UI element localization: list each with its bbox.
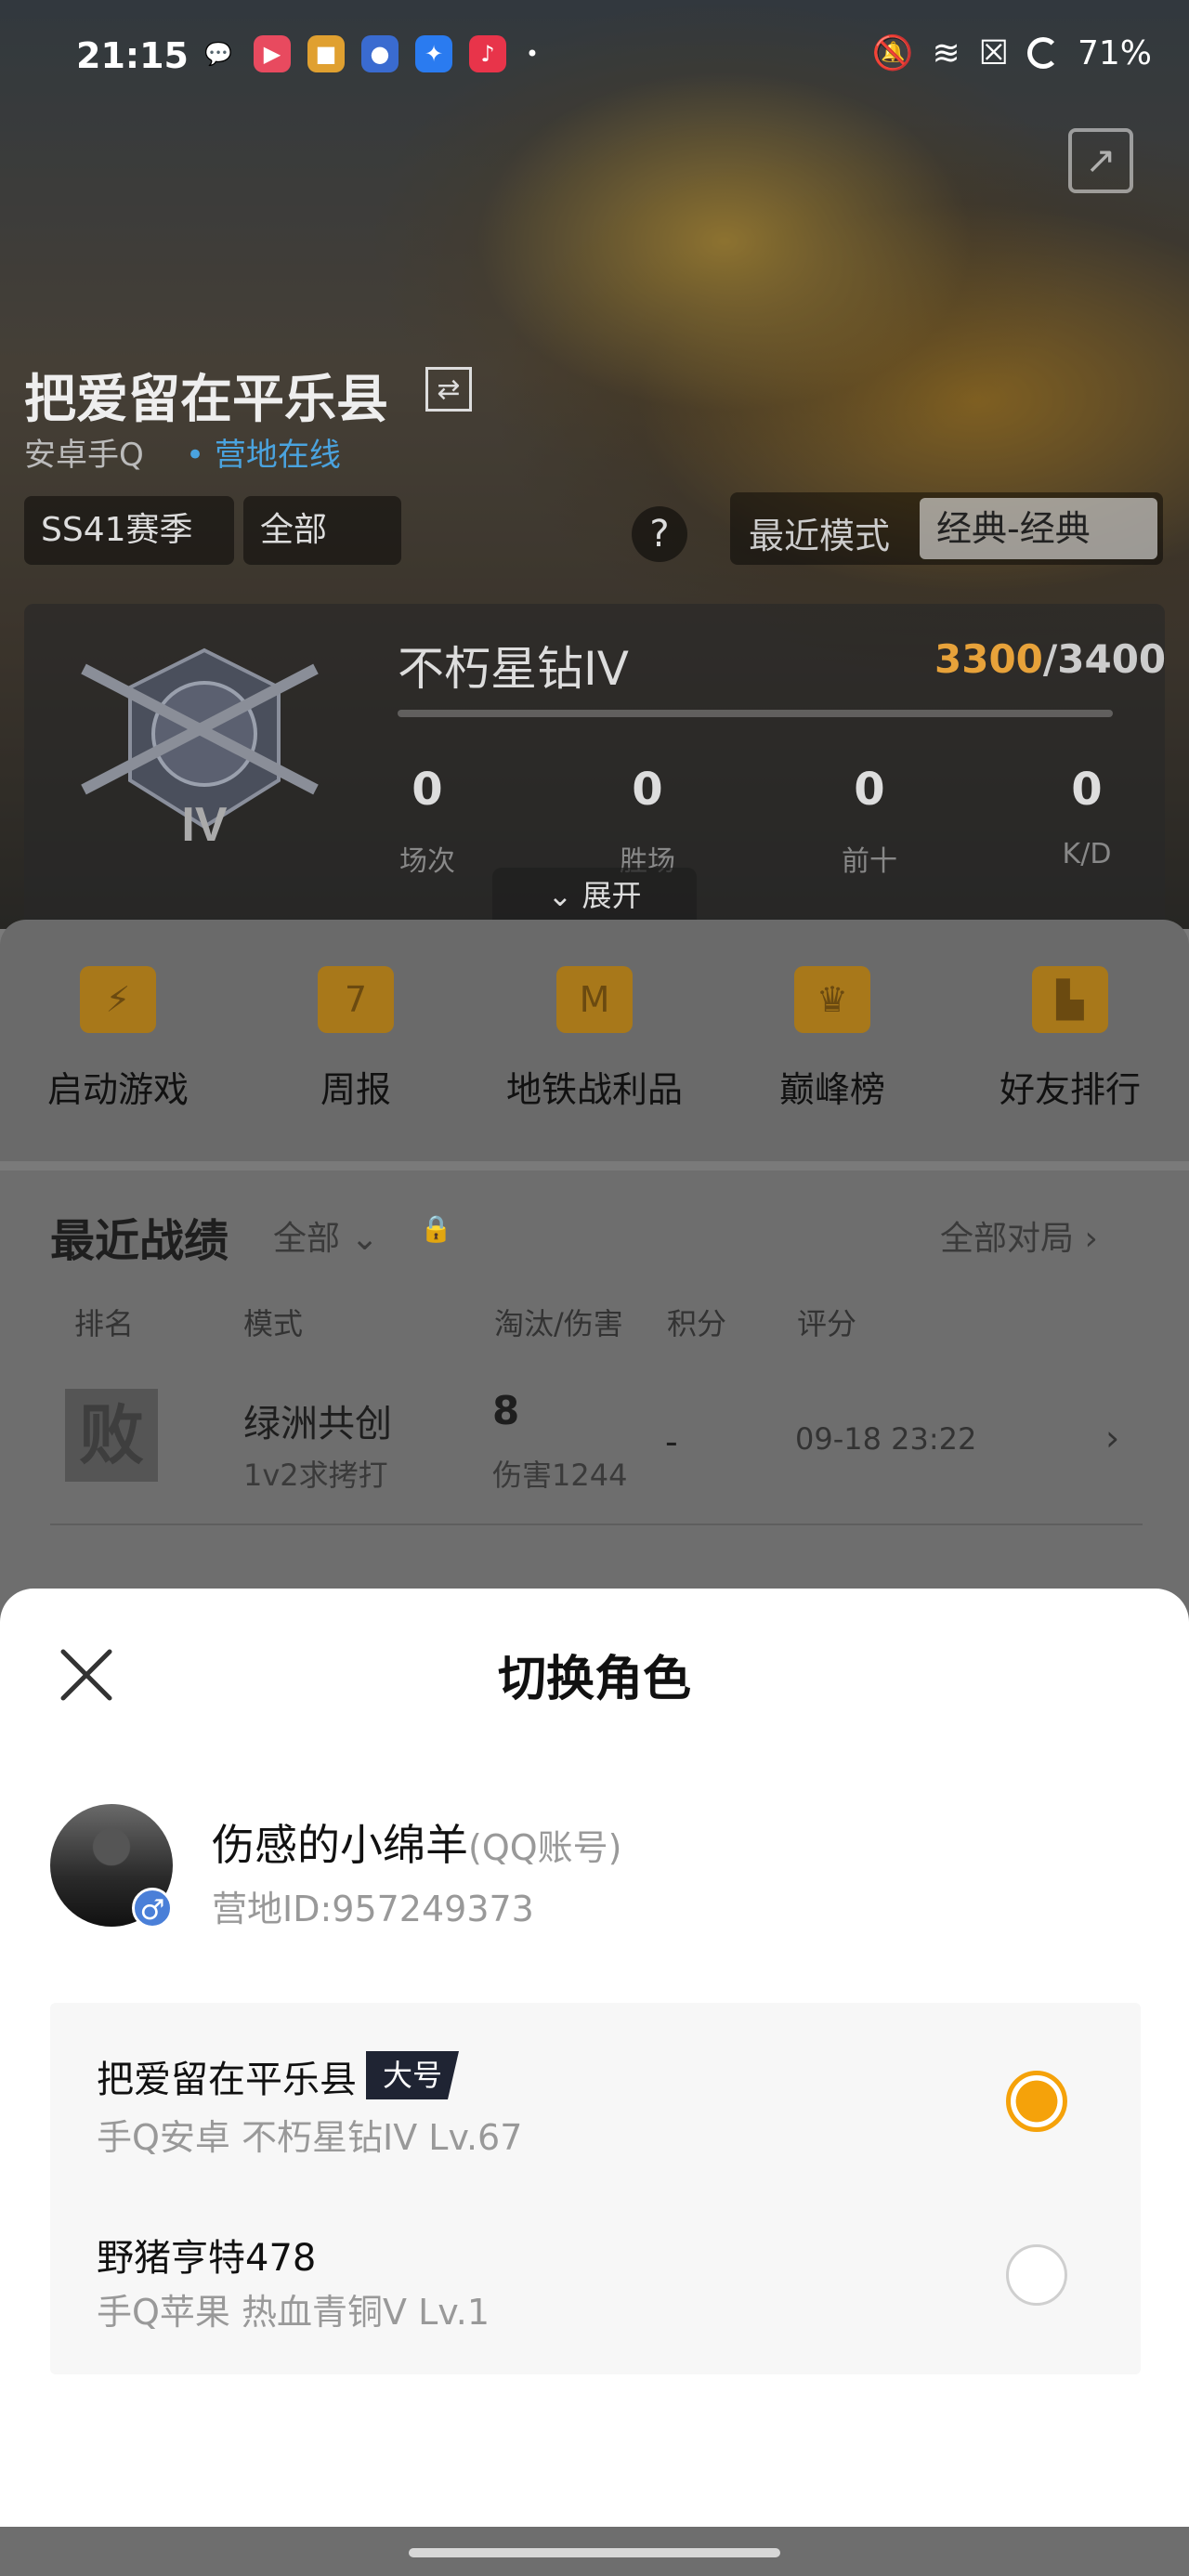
male-icon: ♂ <box>132 1888 173 1929</box>
role-desc: 手Q苹果 热血青铜V Lv.1 <box>97 2292 490 2333</box>
stat-matches-label: 场次 <box>399 845 455 878</box>
notification-icons: 💬 ▶ ■ ● ✦ ♪ • <box>200 35 542 72</box>
swap-icon[interactable]: ⇄ <box>425 367 472 412</box>
points-max: /3400 <box>1042 636 1167 682</box>
quick-weekly-label: 周报 <box>320 1069 391 1110</box>
rank-points: 3300/3400 <box>934 636 1166 682</box>
mode-label: 最近模式 <box>749 516 891 556</box>
header-rank: 排名 <box>74 1306 135 1341</box>
quick-peak-rank[interactable]: ♛ 巅峰榜 <box>730 966 934 1112</box>
sheet-title: 切换角色 <box>497 1652 691 1707</box>
row-mode: 绿洲共创 <box>243 1403 392 1445</box>
stat-kd-value: 0 <box>1071 764 1103 816</box>
quick-metro-label: 地铁战利品 <box>505 1069 683 1110</box>
sim-icon: ☒ <box>978 33 1009 72</box>
header-mode: 模式 <box>243 1306 304 1341</box>
account-id: 营地ID:957249373 <box>212 1889 534 1929</box>
role-item[interactable] <box>50 2189 1141 2374</box>
dot-icon: • <box>525 41 540 67</box>
rank-emblem-icon: IV <box>81 647 319 852</box>
lock-icon: 🔒 <box>420 1213 452 1244</box>
row-mode-sub: 1v2求拷打 <box>243 1458 388 1493</box>
rank-progress-bar <box>398 710 1113 717</box>
quick-peak-label: 巅峰榜 <box>778 1069 885 1110</box>
header-rating: 评分 <box>797 1306 857 1341</box>
emblem-tier: IV <box>181 798 227 852</box>
music-app-icon: ♪ <box>469 35 506 72</box>
battery-icon <box>1026 37 1059 69</box>
status-time: 21:15 <box>76 35 189 76</box>
wifi-icon: ≋ <box>932 33 960 72</box>
role-name: 野猪亨特478 <box>97 2237 317 2280</box>
header-kills: 淘汰/伤害 <box>494 1306 623 1341</box>
row-divider <box>50 1523 1143 1525</box>
scope-label: 全部 <box>260 511 328 549</box>
row-date: 09-18 23:22 <box>795 1421 977 1457</box>
header-score: 积分 <box>667 1306 727 1341</box>
scope-dropdown[interactable]: 全部 <box>243 496 401 565</box>
mute-icon: 🔕 <box>871 34 914 72</box>
stat-top10-value: 0 <box>854 764 885 816</box>
account-name-text: 伤感的小绵羊 <box>212 1820 468 1870</box>
quick-weekly-report[interactable]: 7 周报 <box>254 966 458 1112</box>
stat-wins-value: 0 <box>632 764 663 816</box>
podium-icon: ▙ <box>1032 966 1108 1033</box>
stat-kd-label: K/D <box>1062 838 1112 870</box>
season-dropdown[interactable]: SS41赛季 <box>24 496 234 565</box>
quick-friend-rank[interactable]: ▙ 好友排行 <box>968 966 1172 1112</box>
account-type: (QQ账号) <box>468 1827 622 1868</box>
status-bar: 21:15 💬 ▶ ■ ● ✦ ♪ • 🔕 ≋ ☒ 71% <box>0 0 1189 111</box>
season-label: SS41赛季 <box>41 511 193 549</box>
crown-shield-icon: ♛ <box>794 966 870 1033</box>
records-title: 最近战绩 <box>50 1215 229 1267</box>
player-name: 把爱留在平乐县 <box>24 370 388 430</box>
row-score: - <box>665 1421 678 1462</box>
help-icon[interactable]: ? <box>632 506 687 562</box>
online-status: • 营地在线 <box>186 437 341 474</box>
points-current: 3300 <box>934 636 1043 682</box>
role-desc: 手Q安卓 不朽星钻IV Lv.67 <box>97 2117 523 2158</box>
row-kills: 8 <box>492 1388 520 1433</box>
role-radio-selected[interactable] <box>1006 2071 1067 2132</box>
share-icon[interactable]: ↗ <box>1068 128 1133 193</box>
panda-app-icon: ● <box>361 35 399 72</box>
row-damage: 伤害1244 <box>492 1458 628 1493</box>
account-name: 伤感的小绵羊(QQ账号) <box>212 1811 621 1873</box>
metro-shield-icon: M <box>556 966 633 1033</box>
wechat-icon: 💬 <box>204 41 232 67</box>
rank-tier: 不朽星钻IV <box>398 642 629 696</box>
status-right: 🔕 ≋ ☒ 71% <box>871 33 1152 73</box>
home-indicator[interactable] <box>409 2548 780 2557</box>
calendar-icon: 7 <box>318 966 394 1033</box>
quick-metro-loot[interactable]: M 地铁战利品 <box>492 966 697 1112</box>
chevron-right-icon[interactable]: › <box>1105 1418 1119 1458</box>
video-app-icon: ▶ <box>254 35 291 72</box>
mode-dropdown[interactable]: 经典-经典 <box>920 498 1157 559</box>
expand-button[interactable]: ⌄ 展开 <box>492 868 697 923</box>
all-matches-link[interactable]: 全部对局 › <box>940 1211 1098 1260</box>
stat-matches-value: 0 <box>412 764 443 816</box>
lightning-icon: ⚡ <box>80 966 156 1033</box>
quick-friend-label: 好友排行 <box>999 1069 1141 1110</box>
quick-launch-label: 启动游戏 <box>46 1069 189 1110</box>
row-rank-badge: 败 <box>65 1389 158 1482</box>
role-radio[interactable] <box>1006 2244 1067 2306</box>
stat-top10-label: 前十 <box>842 845 897 878</box>
main-account-badge: 大号 <box>366 2051 460 2099</box>
battery-text: 71% <box>1077 33 1152 72</box>
platform-label: 安卓手Q <box>24 437 144 474</box>
game-app-icon: ■ <box>307 35 345 72</box>
records-filter-dropdown[interactable]: 全部 ⌄ <box>273 1211 379 1260</box>
star-app-icon: ✦ <box>415 35 452 72</box>
quick-launch-game[interactable]: ⚡ 启动游戏 <box>16 966 220 1112</box>
role-name: 把爱留在平乐县 <box>97 2059 357 2101</box>
